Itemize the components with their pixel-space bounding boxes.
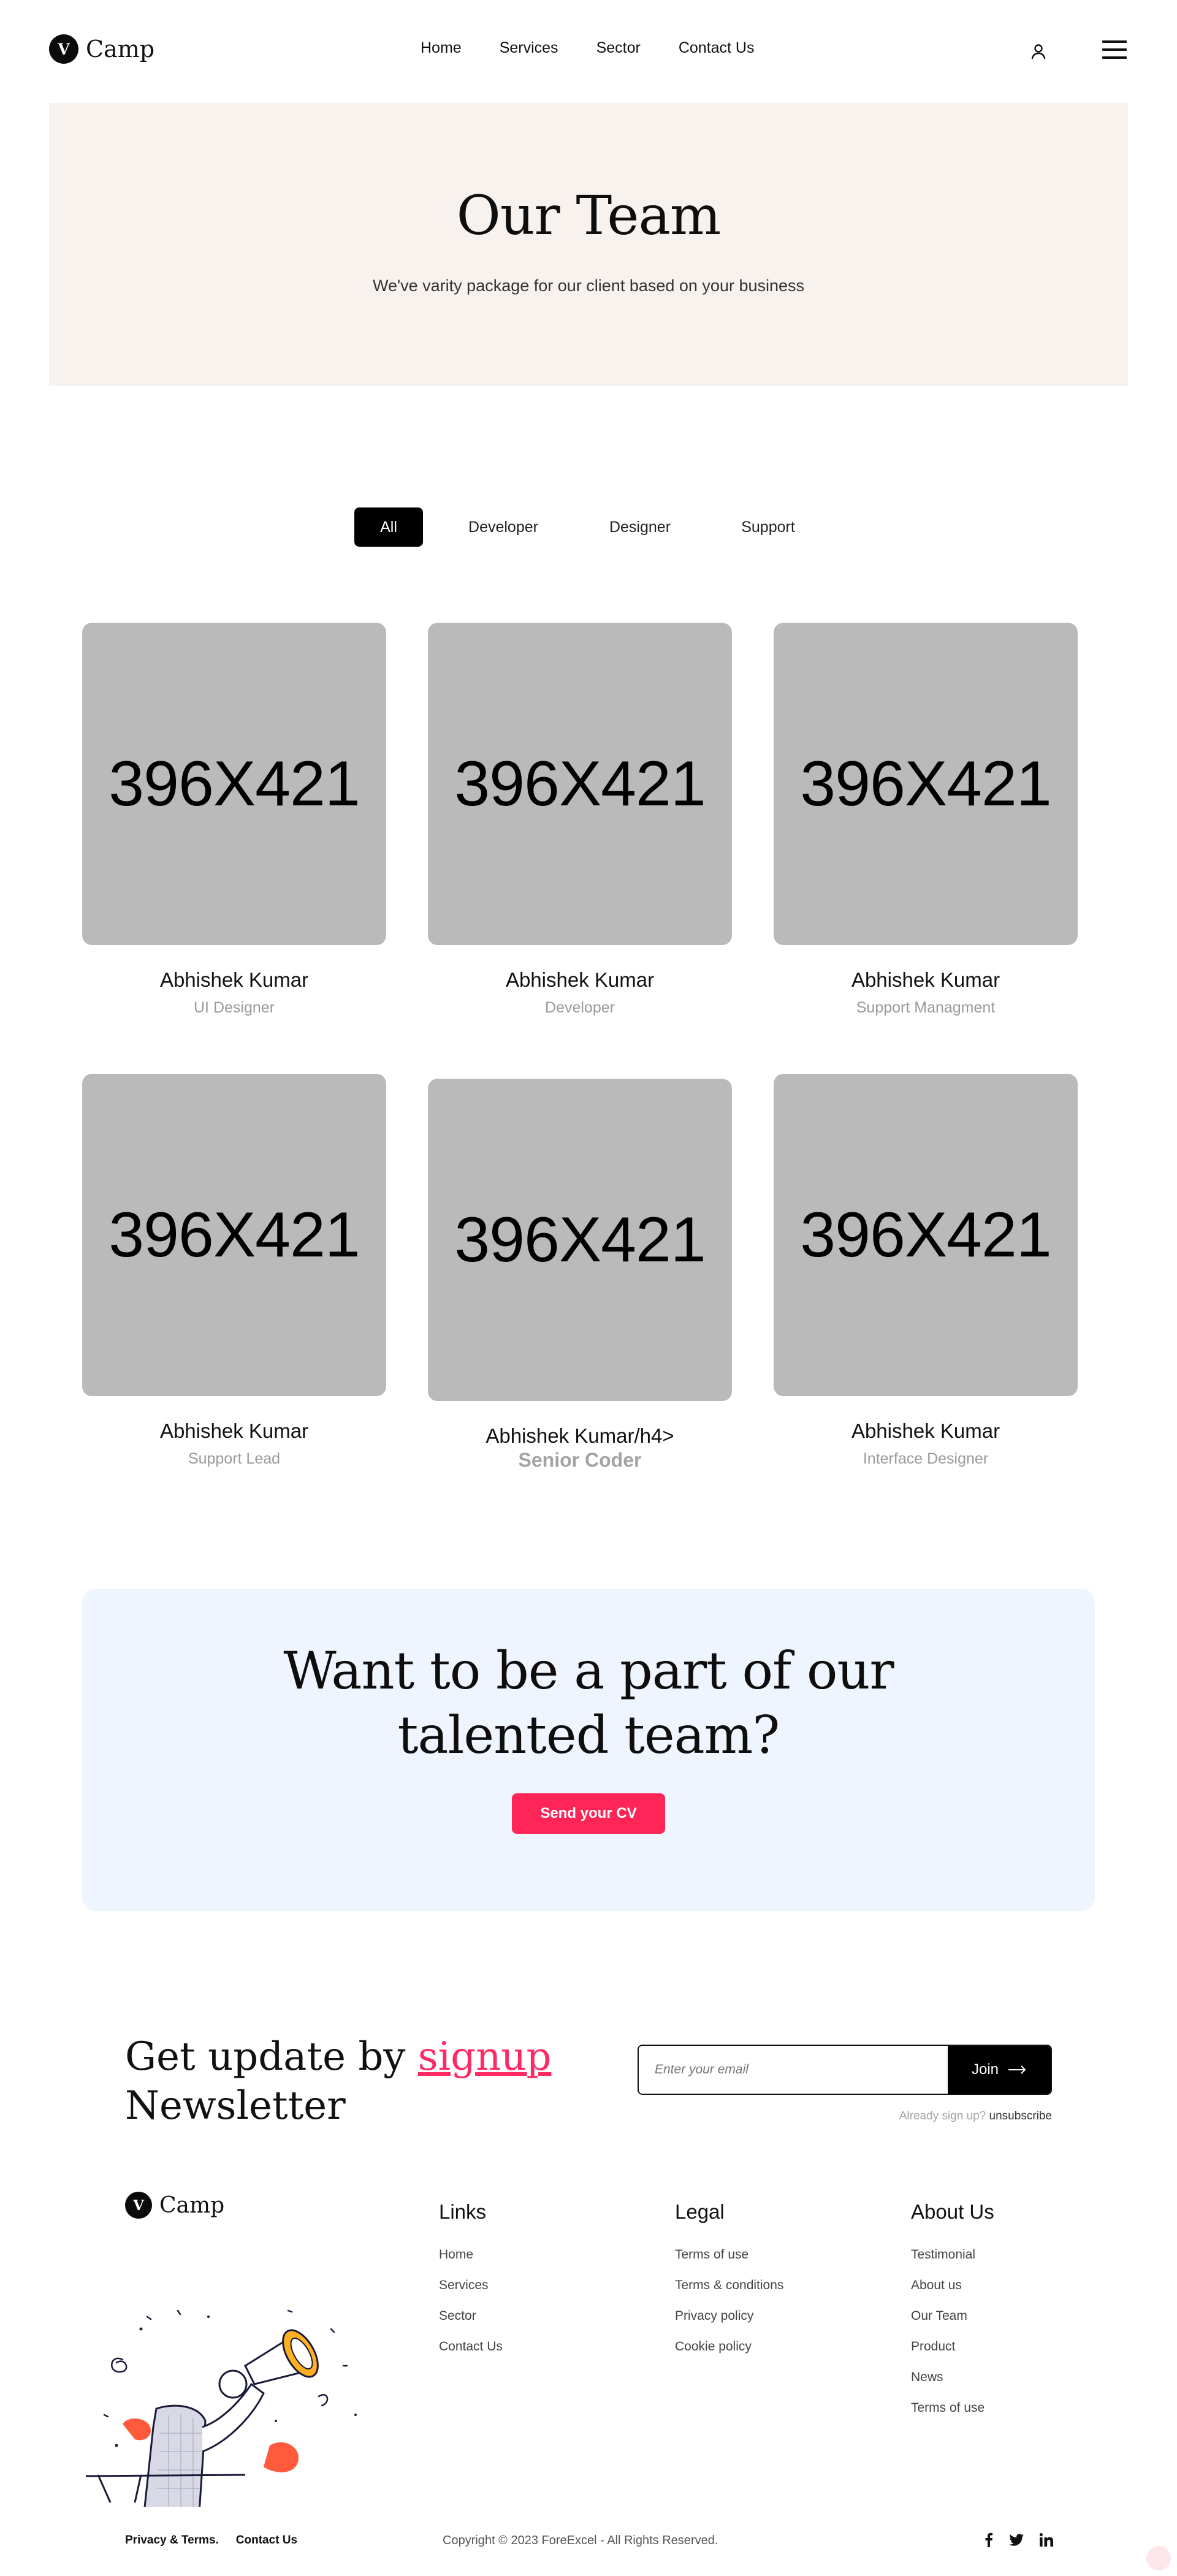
footer-link-terms-conditions[interactable]: Terms & conditions xyxy=(675,2270,783,2301)
join-team-cta: Want to be a part of our talented team? … xyxy=(82,1589,1095,1911)
logo-text: Camp xyxy=(86,36,155,63)
join-button-label: Join xyxy=(971,2061,999,2078)
facebook-icon[interactable] xyxy=(985,2532,993,2547)
footer-about-title: About Us xyxy=(911,2200,994,2223)
newsletter-title-suffix: Newsletter xyxy=(125,2083,346,2129)
email-input[interactable] xyxy=(639,2046,948,2094)
member-role: Senior Coder xyxy=(518,1449,642,1471)
footer-link-contact[interactable]: Contact Us xyxy=(439,2331,503,2362)
member-photo-placeholder: 396X421 xyxy=(82,623,386,945)
twitter-icon[interactable] xyxy=(1009,2534,1024,2546)
footer-link-product[interactable]: Product xyxy=(911,2331,994,2362)
team-filter-tabs: All Developer Designer Support xyxy=(354,507,840,547)
logo-text: Camp xyxy=(159,2192,225,2218)
footer-link-testimonial[interactable]: Testimonial xyxy=(911,2240,994,2270)
team-card[interactable]: 396X421 Abhishek Kumar Support Lead xyxy=(82,1074,386,1468)
site-header: V Camp Home Services Sector Contact Us xyxy=(0,0,1177,104)
footer-bottom-links: Privacy & Terms. Contact Us xyxy=(125,2534,297,2547)
member-role: Support Managment xyxy=(856,999,996,1016)
footer-link-terms[interactable]: Terms of use xyxy=(911,2393,994,2423)
join-button[interactable]: Join xyxy=(948,2046,1051,2094)
footer-link-our-team[interactable]: Our Team xyxy=(911,2301,994,2331)
team-card[interactable]: 396X421 Abhishek Kumar/h4> Senior Coder xyxy=(428,1079,732,1472)
brand-logo[interactable]: V Camp xyxy=(49,34,154,64)
signup-link[interactable]: signup xyxy=(418,2034,552,2080)
team-card[interactable]: 396X421 Abhishek Kumar Developer xyxy=(428,623,732,1017)
member-role: Developer xyxy=(545,999,615,1016)
tab-designer[interactable]: Designer xyxy=(584,507,696,547)
footer-legal-title: Legal xyxy=(675,2200,725,2223)
nav-services[interactable]: Services xyxy=(500,39,558,57)
footer-link-cookie[interactable]: Cookie policy xyxy=(675,2331,783,2362)
unsubscribe-link[interactable]: unsubscribe xyxy=(989,2110,1052,2122)
member-role: UI Designer xyxy=(194,999,275,1016)
footer-link-sector[interactable]: Sector xyxy=(439,2301,503,2331)
member-photo-placeholder: 396X421 xyxy=(774,1074,1078,1396)
member-name: Abhishek Kumar xyxy=(159,968,309,991)
member-photo-placeholder: 396X421 xyxy=(82,1074,386,1396)
footer-legal-column: Legal Terms of use Terms & conditions Pr… xyxy=(675,2200,783,2362)
tab-support[interactable]: Support xyxy=(696,507,840,547)
team-card[interactable]: 396X421 Abhishek Kumar Interface Designe… xyxy=(774,1074,1078,1468)
newsletter-form: Join xyxy=(638,2045,1052,2095)
footer-link-privacy[interactable]: Privacy policy xyxy=(675,2301,783,2331)
member-photo-placeholder: 396X421 xyxy=(428,1079,732,1401)
footer-link-about-us[interactable]: About us xyxy=(911,2270,994,2301)
footer-link-news[interactable]: News xyxy=(911,2362,994,2393)
note-text: Already sign up? xyxy=(899,2110,986,2122)
member-name: Abhishek Kumar xyxy=(159,1419,309,1442)
page-hero: Our Team We've varity package for our cl… xyxy=(49,103,1128,386)
nav-home[interactable]: Home xyxy=(421,39,462,57)
member-role: Support Lead xyxy=(188,1450,281,1467)
footer-link-terms-of-use[interactable]: Terms of use xyxy=(675,2240,783,2270)
logo-mark-icon: V xyxy=(125,2192,152,2219)
newsletter-title: Get update by signup Newsletter xyxy=(125,2032,566,2130)
privacy-terms-link[interactable]: Privacy & Terms. xyxy=(125,2534,219,2547)
send-cv-button[interactable]: Send your CV xyxy=(512,1793,665,1834)
main-nav: Home Services Sector Contact Us xyxy=(421,39,755,57)
member-role: Interface Designer xyxy=(863,1450,989,1467)
member-photo-placeholder: 396X421 xyxy=(774,623,1078,945)
tab-developer[interactable]: Developer xyxy=(423,507,584,547)
cta-title-line2: talented team? xyxy=(397,1705,780,1765)
newsletter-note: Already sign up? unsubscribe xyxy=(638,2110,1052,2123)
footer-bottom-bar: Privacy & Terms. Contact Us Copyright © … xyxy=(0,2532,1177,2558)
logo-mark-icon: V xyxy=(49,34,78,64)
member-name: Abhishek Kumar/h4> xyxy=(486,1424,674,1447)
scroll-top-button[interactable] xyxy=(1146,2546,1171,2570)
nav-sector[interactable]: Sector xyxy=(596,39,641,57)
footer-links-title: Links xyxy=(439,2200,487,2223)
member-photo-placeholder: 396X421 xyxy=(428,623,732,945)
footer-link-services[interactable]: Services xyxy=(439,2270,503,2301)
member-name: Abhishek Kumar xyxy=(851,968,1000,991)
cta-title-line1: Want to be a part of our xyxy=(283,1641,894,1701)
team-card[interactable]: 396X421 Abhishek Kumar Support Managment xyxy=(774,623,1078,1017)
member-name: Abhishek Kumar xyxy=(505,968,655,991)
nav-contact[interactable]: Contact Us xyxy=(679,39,755,57)
social-links xyxy=(985,2532,1053,2547)
page-title: Our Team xyxy=(456,184,722,247)
user-icon[interactable] xyxy=(1029,42,1048,61)
megaphone-illustration xyxy=(86,2309,357,2507)
member-name: Abhishek Kumar xyxy=(851,1419,1000,1442)
cta-title: Want to be a part of our talented team? xyxy=(82,1639,1095,1768)
footer-about-column: About Us Testimonial About us Our Team P… xyxy=(911,2200,994,2423)
bottom-contact-link[interactable]: Contact Us xyxy=(236,2534,297,2547)
newsletter-title-prefix: Get update by xyxy=(125,2034,418,2080)
footer-link-home[interactable]: Home xyxy=(439,2240,503,2270)
linkedin-icon[interactable] xyxy=(1040,2533,1053,2547)
tab-all[interactable]: All xyxy=(354,507,423,547)
hamburger-menu-icon[interactable] xyxy=(1102,40,1127,61)
page-subtitle: We've varity package for our client base… xyxy=(372,276,805,295)
arrow-right-icon xyxy=(1008,2065,1026,2074)
copyright-text: Copyright © 2023 ForeExcel - All Rights … xyxy=(443,2534,718,2547)
team-card[interactable]: 396X421 Abhishek Kumar UI Designer xyxy=(82,623,386,1017)
footer-logo[interactable]: V Camp xyxy=(125,2192,224,2219)
footer-links-column: Links Home Services Sector Contact Us xyxy=(439,2200,503,2362)
